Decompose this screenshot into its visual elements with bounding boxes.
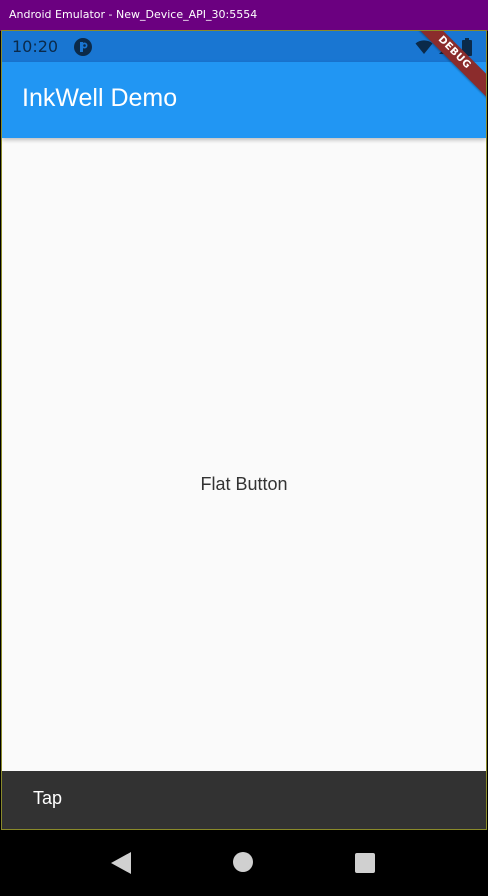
emulator-window-titlebar: Android Emulator - New_Device_API_30:555… (0, 0, 488, 31)
snackbar: Tap (2, 771, 486, 829)
home-icon[interactable] (233, 852, 253, 872)
app-notification-icon (74, 38, 92, 56)
device-screen: 10:20 InkWell Demo DEBUG Flat Button Tap (1, 30, 487, 830)
status-bar: 10:20 (2, 31, 486, 62)
back-icon[interactable] (110, 851, 132, 875)
app-bar-title: InkWell Demo (22, 84, 178, 112)
battery-icon (462, 38, 472, 56)
app-bar: InkWell Demo (2, 62, 486, 138)
recents-icon[interactable] (355, 853, 375, 873)
flat-button[interactable]: Flat Button (182, 468, 306, 500)
wifi-icon (415, 40, 433, 54)
signal-icon (439, 40, 453, 54)
status-time: 10:20 (12, 37, 59, 56)
snackbar-message: Tap (33, 788, 63, 808)
window-title: Android Emulator - New_Device_API_30:555… (9, 8, 258, 21)
android-navigation-bar (0, 830, 488, 896)
